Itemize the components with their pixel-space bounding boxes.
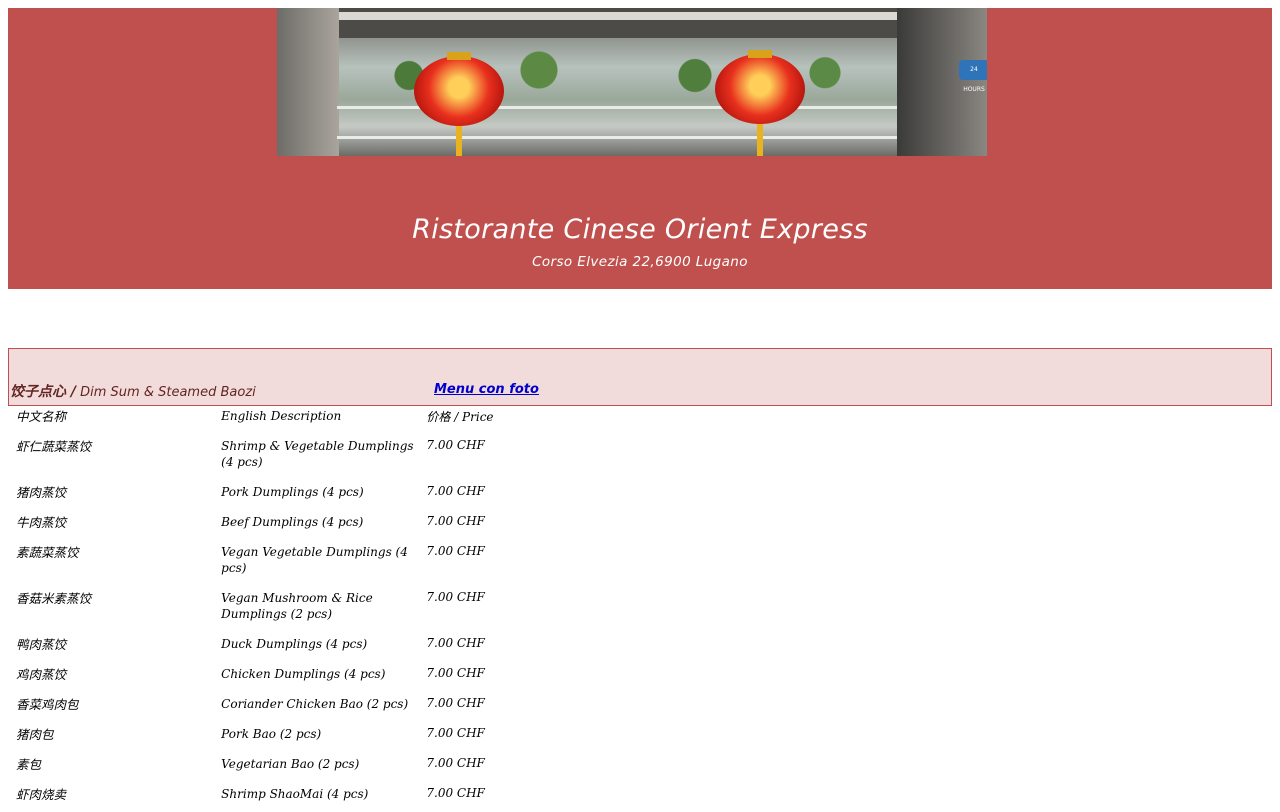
dish-description: Beef Dumplings (4 pcs)	[221, 515, 364, 529]
column-header-en: English Description	[221, 409, 342, 423]
dish-name-zh: 鸡肉蒸饺	[16, 667, 67, 682]
dish-price: 7.00 CHF	[426, 786, 485, 800]
dish-description: Shrimp & Vegetable Dumplings (4 pcs)	[221, 439, 414, 469]
dish-price: 7.00 CHF	[426, 514, 485, 528]
lantern-icon	[414, 52, 504, 156]
dish-name-zh: 素包	[16, 757, 42, 772]
column-header-price: 价格 / Price	[426, 410, 494, 424]
dish-description: Shrimp ShaoMai (4 pcs)	[221, 787, 369, 801]
lantern-icon	[715, 50, 805, 156]
dish-description: Duck Dumplings (4 pcs)	[221, 637, 368, 651]
menu-table: 中文名称 English Description 价格 / Price 虾仁蔬菜…	[16, 404, 516, 812]
dish-name-zh: 猪肉包	[16, 727, 54, 742]
dish-description: Vegan Mushroom & Rice Dumplings (2 pcs)	[221, 591, 373, 621]
restaurant-address: Corso Elvezia 22,6900 Lugano	[532, 254, 748, 270]
dish-price: 7.00 CHF	[426, 666, 485, 680]
section-title: 饺子点心 / Dim Sum & Steamed Baozi	[10, 381, 256, 401]
dish-name-zh: 香菜鸡肉包	[16, 697, 79, 712]
dish-name-zh: 猪肉蒸饺	[16, 485, 67, 500]
table-row: 素蔬菜蒸饺 Vegan Vegetable Dumplings (4 pcs) …	[16, 540, 516, 586]
dish-price: 7.00 CHF	[426, 726, 485, 740]
table-row: 鸡肉蒸饺 Chicken Dumplings (4 pcs) 7.00 CHF	[16, 662, 516, 692]
dish-price: 7.00 CHF	[426, 696, 485, 710]
dish-price: 7.00 CHF	[426, 636, 485, 650]
dish-name-zh: 素蔬菜蒸饺	[16, 545, 79, 560]
dish-description: Pork Dumplings (4 pcs)	[221, 485, 364, 499]
table-row: 牛肉蒸饺 Beef Dumplings (4 pcs) 7.00 CHF	[16, 510, 516, 540]
dish-price: 7.00 CHF	[426, 590, 485, 604]
24-hours-sign-icon: 24 HOURS	[959, 60, 987, 93]
table-header-row: 中文名称 English Description 价格 / Price	[16, 404, 516, 434]
dish-name-zh: 鸭肉蒸饺	[16, 637, 67, 652]
table-row: 猪肉包 Pork Bao (2 pcs) 7.00 CHF	[16, 722, 516, 752]
dish-price: 7.00 CHF	[426, 484, 485, 498]
dish-name-zh: 香菇米素蒸饺	[16, 591, 92, 606]
table-row: 香菜鸡肉包 Coriander Chicken Bao (2 pcs) 7.00…	[16, 692, 516, 722]
photo-left-pillar	[277, 8, 339, 156]
section-title-zh: 饺子点心 /	[10, 384, 76, 400]
restaurant-name: Ristorante Cinese Orient Express	[412, 214, 868, 245]
dish-price: 7.00 CHF	[426, 756, 485, 770]
table-row: 虾肉烧卖 Shrimp ShaoMai (4 pcs) 7.00 CHF	[16, 782, 516, 812]
photo-menu-link[interactable]: Menu con foto	[434, 382, 539, 397]
dish-description: Vegan Vegetable Dumplings (4 pcs)	[221, 545, 408, 575]
table-row: 香菇米素蒸饺 Vegan Mushroom & Rice Dumplings (…	[16, 586, 516, 632]
dish-name-zh: 虾肉烧卖	[16, 787, 67, 802]
table-row: 素包 Vegetarian Bao (2 pcs) 7.00 CHF	[16, 752, 516, 782]
dish-name-zh: 牛肉蒸饺	[16, 515, 67, 530]
dish-price: 7.00 CHF	[426, 438, 485, 452]
dish-description: Pork Bao (2 pcs)	[221, 727, 322, 741]
table-row: 猪肉蒸饺 Pork Dumplings (4 pcs) 7.00 CHF	[16, 480, 516, 510]
dish-description: Coriander Chicken Bao (2 pcs)	[221, 697, 409, 711]
photo-ceiling-light	[337, 12, 897, 20]
photo-shelf	[337, 136, 897, 139]
dish-description: Vegetarian Bao (2 pcs)	[221, 757, 360, 771]
table-row: 虾仁蔬菜蒸饺 Shrimp & Vegetable Dumplings (4 p…	[16, 434, 516, 480]
dish-name-zh: 虾仁蔬菜蒸饺	[16, 439, 92, 454]
table-row: 鸭肉蒸饺 Duck Dumplings (4 pcs) 7.00 CHF	[16, 632, 516, 662]
dish-price: 7.00 CHF	[426, 544, 485, 558]
dish-description: Chicken Dumplings (4 pcs)	[221, 667, 386, 681]
section-title-en: Dim Sum & Steamed Baozi	[80, 385, 256, 400]
column-header-zh: 中文名称	[16, 409, 67, 424]
restaurant-window-photo-image: 24 HOURS	[277, 8, 987, 156]
